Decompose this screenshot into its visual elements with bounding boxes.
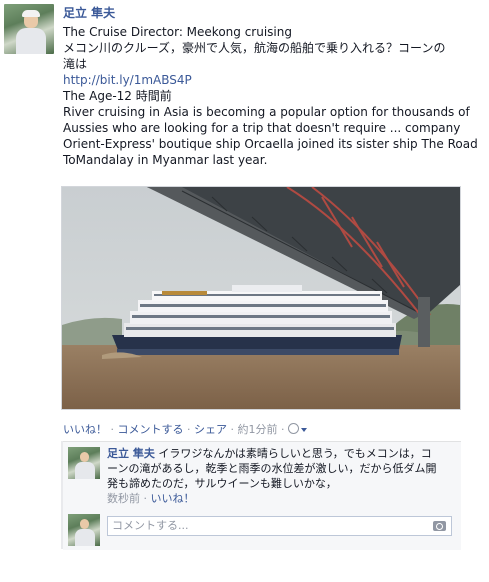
comment-body: 足立 隼夫 イラワジなんかは素晴らしいと思う，でもメコンは，コ ーンの滝があるし… bbox=[107, 447, 437, 505]
like-link[interactable]: いいね！ bbox=[63, 423, 107, 436]
author-avatar[interactable] bbox=[4, 4, 54, 54]
excerpt-line4: ToMandalay in Myanmar last year. bbox=[63, 153, 268, 167]
post-content: 足立 隼夫 The Cruise Director: Meekong cruis… bbox=[63, 4, 483, 168]
cruise-ship-photo bbox=[62, 187, 460, 409]
comment-author-avatar[interactable] bbox=[68, 447, 100, 479]
excerpt-line2: Aussies who are looking for a trip that … bbox=[63, 121, 461, 135]
excerpt-line3: Orient-Express' boutique ship Orcaella j… bbox=[63, 137, 478, 151]
post-photo[interactable] bbox=[61, 186, 461, 410]
source-time: The Age-12 時間前 bbox=[63, 89, 172, 103]
post-actions: いいね！ · コメントする · シェア · 約1分前 · bbox=[63, 421, 307, 437]
comment-link[interactable]: コメントする bbox=[118, 423, 184, 436]
post-message-line1: メコン川のクルーズ，豪州で人気，航海の船舶で乗り入れる？コーンの bbox=[63, 41, 446, 55]
excerpt-line1: River cruising in Asia is becoming a pop… bbox=[63, 105, 470, 119]
share-link[interactable]: シェア bbox=[194, 423, 227, 436]
globe-icon[interactable] bbox=[288, 423, 299, 434]
post-message-line2: 滝は bbox=[63, 57, 88, 71]
shared-title: The Cruise Director: Meekong cruising bbox=[63, 25, 292, 39]
viewer-avatar bbox=[68, 514, 100, 546]
comments-section: 足立 隼夫 イラワジなんかは素晴らしいと思う，でもメコンは，コ ーンの滝があるし… bbox=[63, 441, 461, 550]
comment-author[interactable]: 足立 隼夫 bbox=[107, 447, 155, 460]
comment-time[interactable]: 数秒前 bbox=[107, 492, 140, 505]
post-author[interactable]: 足立 隼夫 bbox=[63, 5, 483, 21]
camera-icon[interactable] bbox=[433, 521, 446, 531]
post-time[interactable]: 約1分前 bbox=[238, 423, 278, 436]
comment-input[interactable]: コメントする... bbox=[107, 516, 452, 536]
comment-like-link[interactable]: いいね！ bbox=[151, 492, 195, 505]
post-link[interactable]: http://bit.ly/1mABS4P bbox=[63, 72, 483, 88]
chevron-down-icon[interactable] bbox=[301, 428, 307, 432]
